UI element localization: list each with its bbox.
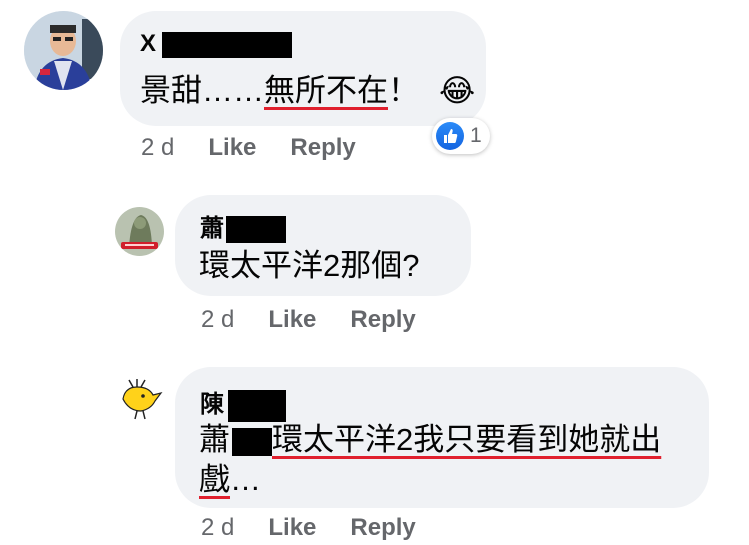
comment-actions: 2 d Like Reply [141, 134, 356, 162]
redaction-bar [226, 216, 286, 244]
reaction-badge[interactable]: 1 [432, 118, 490, 154]
like-button[interactable]: Like [208, 134, 256, 161]
comment-text: 景甜……無所不在！ 😂 [140, 73, 476, 108]
underlined-text: 無所不在 [264, 73, 388, 108]
comment-author[interactable]: 蕭 [200, 208, 286, 244]
redaction-bar [232, 427, 272, 456]
comment-actions: 2 d Like Reply [201, 514, 416, 542]
comment-author[interactable]: X [140, 30, 293, 58]
underlined-text: 戲 [199, 462, 230, 497]
timestamp[interactable]: 2 d [201, 514, 234, 541]
reply-button[interactable]: Reply [350, 514, 415, 541]
reply-button[interactable]: Reply [290, 134, 355, 161]
mention[interactable]: 蕭 [199, 422, 272, 457]
redaction-bar [228, 389, 286, 422]
avatar[interactable] [115, 207, 164, 256]
comment-text-line2: 戲… [199, 462, 261, 497]
laughing-emoji: 😂 [439, 73, 476, 108]
comment-text: 環太平洋2那個? [199, 248, 420, 283]
avatar[interactable] [115, 375, 164, 424]
comment-text: 蕭環太平洋2我只要看到她就出 [199, 421, 661, 459]
comment-actions: 2 d Like Reply [201, 306, 416, 334]
user-photo-icon [115, 207, 164, 256]
like-reaction-icon [436, 122, 464, 150]
timestamp[interactable]: 2 d [201, 306, 234, 333]
user-photo-icon [24, 11, 103, 90]
redaction-bar [162, 31, 293, 58]
underlined-text: 環太平洋2我只要看到她就出 [272, 422, 662, 457]
reply-button[interactable]: Reply [350, 306, 415, 333]
comment-author[interactable]: 陳 [200, 384, 286, 422]
reaction-count: 1 [470, 124, 482, 147]
timestamp[interactable]: 2 d [141, 134, 174, 161]
like-button[interactable]: Like [268, 514, 316, 541]
like-button[interactable]: Like [268, 306, 316, 333]
avatar[interactable] [24, 11, 103, 90]
woodstock-bird-icon [115, 375, 164, 424]
